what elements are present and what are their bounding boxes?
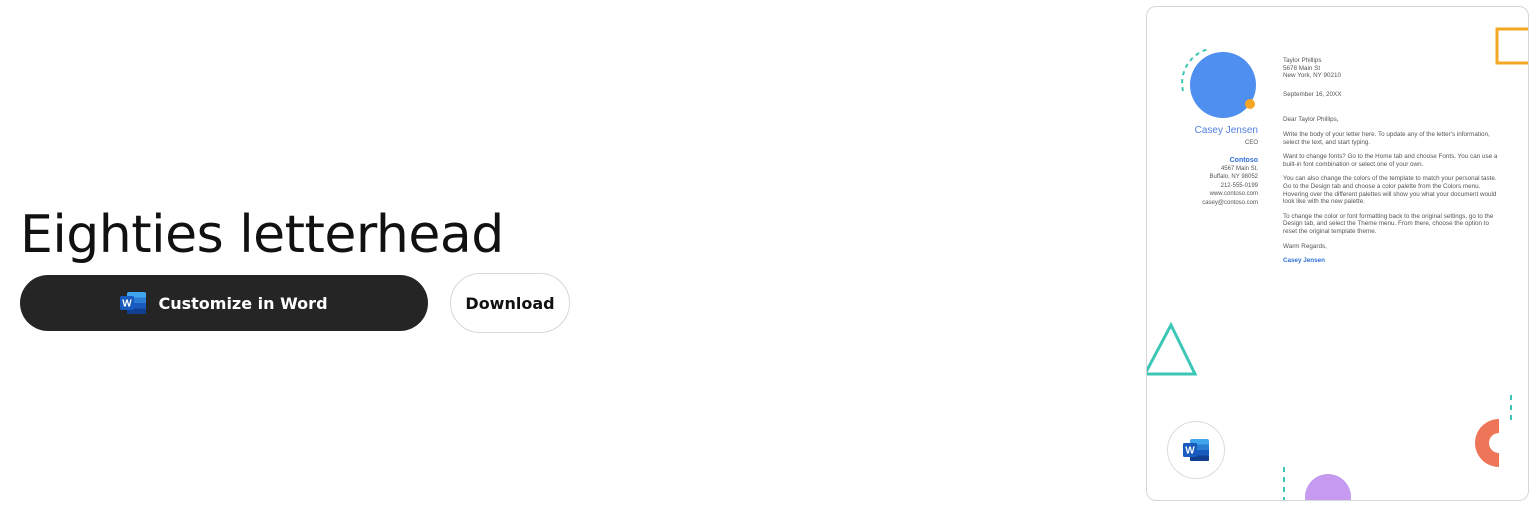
letter-date: September 16, 20XX (1283, 90, 1342, 98)
signature-name: Casey Jensen (1283, 257, 1326, 265)
sender-address-line2: Buffalo, NY 98052 (1209, 174, 1258, 181)
svg-text:W: W (1185, 446, 1195, 457)
sender-email: casey@contoso.com (1202, 199, 1258, 206)
sender-title: CEO (1244, 140, 1258, 146)
recipient-name: Taylor Phillips (1283, 57, 1322, 64)
salutation: Dear Taylor Phillips, (1283, 116, 1339, 124)
customize-button-label: Customize in Word (158, 293, 328, 313)
purple-circle-decoration (1305, 474, 1351, 500)
download-button-label: Download (465, 293, 555, 313)
download-button[interactable]: Download (450, 273, 570, 333)
company-name: Contoso (1229, 156, 1258, 164)
recipient-address-line2: New York, NY 90210 (1283, 72, 1341, 80)
closing: Warm Regards, (1283, 242, 1327, 250)
recipient-block: Taylor Phillips 5678 Main St New York, N… (1283, 57, 1501, 80)
word-icon: W (120, 292, 147, 314)
sender-website: www.contoso.com (1209, 191, 1258, 198)
sender-phone: 212-555-0199 (1220, 182, 1258, 189)
body-paragraph-1: Write the body of your letter here. To u… (1283, 130, 1490, 146)
recipient-address-line1: 5678 Main St (1283, 64, 1321, 72)
svg-text:W: W (123, 299, 133, 310)
avatar-circle-decoration (1190, 52, 1256, 118)
word-app-badge: W (1167, 421, 1225, 479)
letter-body: Taylor Phillips 5678 Main St New York, N… (1283, 57, 1501, 272)
orange-dot-decoration (1245, 99, 1255, 109)
template-preview[interactable]: Casey Jensen CEO Contoso 4567 Main St. B… (1146, 6, 1529, 501)
customize-in-word-button[interactable]: W Customize in Word (20, 275, 428, 331)
coral-half-ring-decoration (1475, 419, 1499, 467)
body-paragraph-2: Want to change fonts? Go to the Home tab… (1283, 153, 1498, 168)
sender-name: Casey Jensen (1194, 125, 1258, 136)
page-title: Eighties letterhead (20, 204, 504, 265)
sender-info: Casey Jensen CEO Contoso 4567 Main St. B… (1147, 125, 1258, 208)
word-icon: W (1183, 439, 1209, 461)
orange-square-decoration (1495, 27, 1528, 65)
body-paragraph-3: You can also change the colors of the te… (1283, 175, 1497, 206)
teal-triangle-decoration (1147, 321, 1198, 376)
sender-address-line1: 4567 Main St. (1220, 165, 1258, 172)
body-paragraph-4: To change the color or font formatting b… (1283, 212, 1494, 235)
